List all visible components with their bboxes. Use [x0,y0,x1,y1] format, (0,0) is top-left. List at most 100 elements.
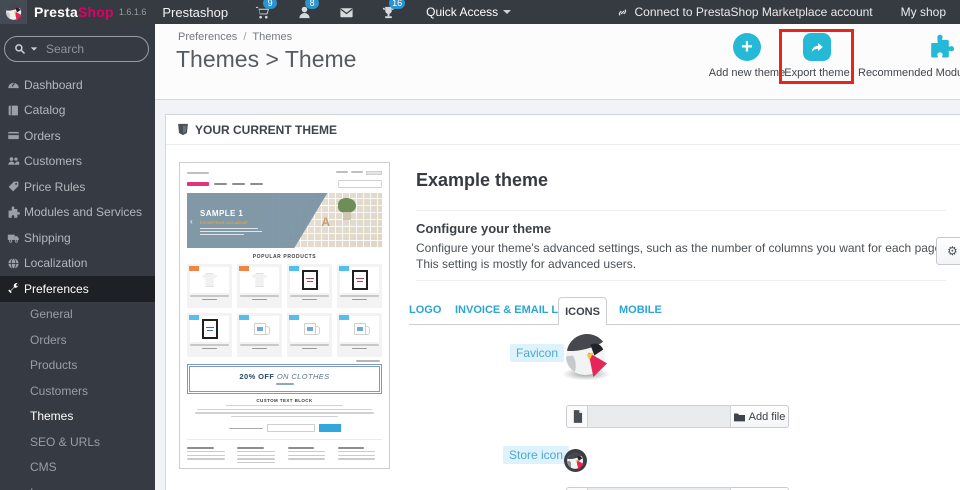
add-file-button[interactable]: Add file [731,405,789,428]
sidebar-subitem-customers[interactable]: Customers [0,378,155,404]
prestashop-logo[interactable] [0,0,27,24]
file-icon [566,405,587,428]
preview-promo-banner: 20% OFF ON CLOTHES [187,363,382,394]
achievements-badge: 16 [389,0,406,9]
preview-product-card [337,313,382,357]
breadcrumb-page[interactable]: Themes [252,31,292,43]
add-file-label: Add file [748,410,786,423]
preview-hero-subtitle: EXCEPTEUR OCCAECAT [200,220,248,225]
preview-product-badge [289,315,299,320]
sidebar-subitem-general[interactable]: General [0,302,155,328]
truck-icon [7,234,19,243]
sidebar-subitem-orders[interactable]: Orders [0,327,155,353]
sidebar-subitem-themes[interactable]: Themes [0,404,155,430]
preview-product-card [337,264,382,308]
sidebar-subitem-label: Images [30,486,69,490]
preview-product-card [187,264,232,308]
sidebar-subitem-images[interactable]: Images [0,480,155,490]
export-theme-button[interactable]: Export theme [772,33,862,79]
tab-content-border [409,324,960,325]
achievements-button[interactable]: 16 [380,0,406,20]
preview-product-card [237,313,282,357]
messages-button[interactable] [338,4,354,20]
shield-icon [178,123,188,136]
divider [416,210,946,211]
prestashop-mascot-icon [5,4,22,21]
tab-mobile[interactable]: MOBILE [619,304,662,316]
preview-product-card [187,313,232,357]
preview-hero-title: SAMPLE 1 [200,209,244,218]
preview-product-badge [239,315,249,320]
preview-product-badge [239,266,249,271]
brand-shop: Shop [78,4,114,20]
search-input[interactable] [46,42,139,56]
breadcrumb-section[interactable]: Preferences [178,31,237,43]
sidebar-item-label: Orders [24,128,61,143]
configure-theme-title: Configure your theme [416,221,552,236]
cart-badge: 9 [263,0,278,9]
sidebar-subitem-label: Orders [30,332,67,347]
sidebar-item-label: Localization [24,256,88,271]
quick-access-dropdown[interactable]: Quick Access [426,5,512,19]
preview-product-card [237,264,282,308]
theme-preview-image: A ‹ SAMPLE 1 EXCEPTEUR OCCAECAT POPULAR … [179,162,390,469]
breadcrumb: Preferences / Themes [178,31,292,43]
sidebar-subitem-seo-urls[interactable]: SEO & URLs [0,429,155,455]
customers-notifications-button[interactable]: 8 [296,0,320,20]
sidebar-item-customers[interactable]: Customers [0,149,155,175]
divider [416,280,946,281]
my-shop-link[interactable]: My shop [901,5,946,19]
topbar: PrestaShop 1.6.1.6 Prestashop 9 8 16 Qui… [0,0,960,24]
advanced-settings-button[interactable]: ⚙ A [936,237,960,265]
export-arrow-icon [803,33,831,61]
link-icon [618,8,626,16]
preview-newsletter [187,422,382,434]
sidebar-subitem-products[interactable]: Products [0,353,155,379]
current-theme-panel: YOUR CURRENT THEME A ‹ SAMPLE 1 EXCEPTEU… [165,114,960,490]
chevron-down-icon [503,10,512,14]
preview-promo-light: ON CLOTHES [276,372,330,382]
sidebar-item-price-rules[interactable]: Price Rules [0,174,155,200]
preview-product-badge [339,315,349,320]
panel-title: YOUR CURRENT THEME [195,122,338,137]
cart-notifications-button[interactable]: 9 [254,0,278,20]
favicon-file-input[interactable] [587,405,731,428]
version-label: 1.6.1.6 [118,7,147,17]
sidebar-item-dashboard[interactable]: Dashboard [0,72,155,98]
sidebar-item-modules[interactable]: Modules and Services [0,200,155,226]
preview-custom-text-block: CUSTOM TEXT BLOCK [187,398,382,418]
favicon-preview-image [565,334,608,378]
sidebar-item-shipping[interactable]: Shipping [0,225,155,251]
prestashop-admin: PrestaShop 1.6.1.6 Prestashop 9 8 16 Qui… [0,0,960,490]
recommended-modules-label: Recommended Modules [858,67,960,79]
sidebar-subitem-label: CMS [30,460,57,475]
sidebar-search[interactable] [4,36,149,62]
sidebar-subitem-cms[interactable]: CMS [0,455,155,481]
export-theme-label: Export theme [784,67,850,79]
dashboard-icon [8,83,19,89]
preview-product-badge [289,266,299,271]
credit-card-icon [8,132,19,140]
customers-icon [8,157,20,165]
marketplace-connect-link[interactable]: Connect to PrestaShop Marketplace accoun… [616,5,873,19]
sidebar-item-localization[interactable]: Localization [0,251,155,277]
tab-icons[interactable]: ICONS [558,297,607,325]
tag-icon [8,181,19,192]
favicon-label: Favicon [510,344,565,362]
recommended-modules-button[interactable]: Recommended Modules [855,33,960,79]
shop-name-link[interactable]: Prestashop [162,5,228,20]
preview-footer [187,439,382,468]
preview-product-badge [339,266,349,271]
folder-icon [733,412,745,421]
sidebar-item-label: Dashboard [24,77,83,92]
preview-product-card [287,264,332,308]
favicon-file-row: Add file [566,405,789,428]
page-header: Preferences / Themes Themes > Theme + Add … [155,24,960,100]
tab-logo[interactable]: LOGO [409,304,441,316]
sidebar-item-catalog[interactable]: Catalog [0,98,155,124]
envelope-icon [340,7,353,17]
sidebar-item-orders[interactable]: Orders [0,123,155,149]
sidebar-item-label: Shipping [24,230,71,245]
sidebar-item-label: Catalog [24,103,66,118]
sidebar-item-preferences[interactable]: Preferences [0,276,155,302]
